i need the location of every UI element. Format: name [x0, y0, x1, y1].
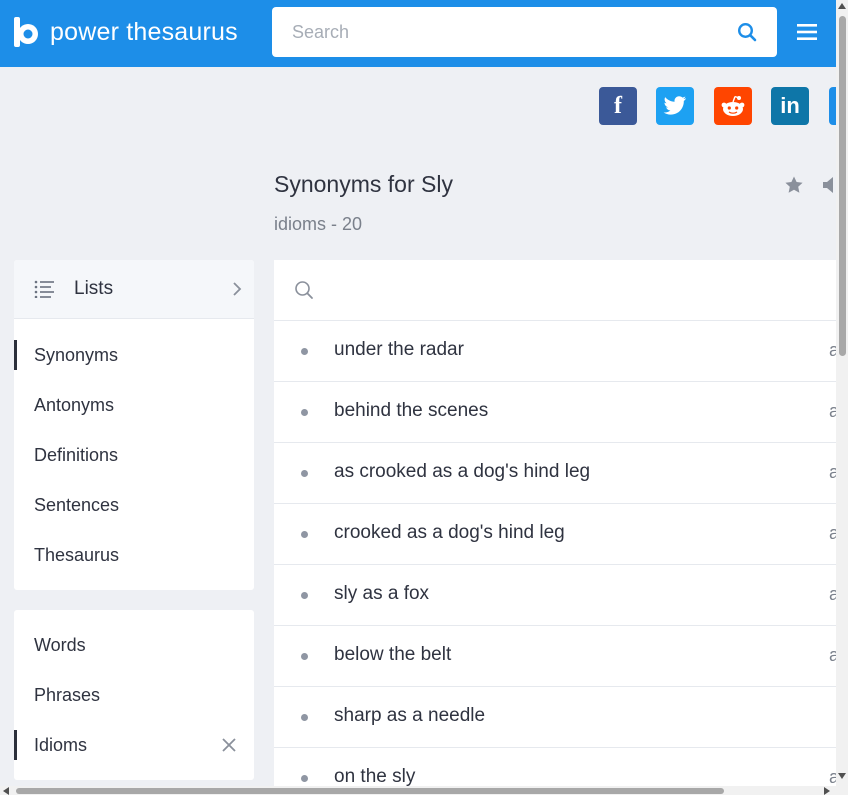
logo-mark-icon	[14, 17, 38, 47]
list-item[interactable]: sharp as a needle	[274, 687, 836, 748]
sidebar-item-thesaurus[interactable]: Thesaurus	[14, 540, 254, 570]
results-filter[interactable]	[274, 260, 836, 321]
type-filter-label: Phrases	[34, 685, 101, 705]
sidebar-item-label: Thesaurus	[34, 545, 120, 565]
lists-card: Lists Synonyms Antonyms Definitions Sent…	[14, 260, 254, 590]
sidebar-item-label: Definitions	[34, 445, 119, 465]
horizontal-scroll-thumb[interactable]	[16, 788, 724, 794]
result-count: idioms - 20	[274, 214, 363, 234]
bullet-icon	[301, 775, 308, 782]
result-term[interactable]: crooked as a dog's hind leg	[334, 522, 565, 544]
reddit-alien-glyph	[721, 95, 745, 116]
type-filter-label: Words	[34, 635, 86, 655]
search-box	[272, 7, 777, 57]
result-tag: a	[829, 645, 836, 665]
type-filter-card: Words Phrases Idioms	[14, 610, 254, 780]
result-tag: a	[829, 462, 836, 482]
sidebar-item-synonyms[interactable]: Synonyms	[14, 340, 254, 370]
scroll-right-icon[interactable]	[824, 787, 830, 795]
facebook-icon[interactable]: f	[599, 87, 637, 125]
result-term[interactable]: on the sly	[334, 766, 415, 788]
result-term[interactable]: sharp as a needle	[334, 705, 485, 727]
horizontal-scrollbar[interactable]	[0, 786, 836, 795]
search-input[interactable]	[292, 7, 712, 57]
star-icon[interactable]	[784, 175, 804, 195]
vertical-scroll-thumb[interactable]	[839, 16, 846, 356]
list-item[interactable]: behind the scenes a	[274, 382, 836, 443]
search-icon	[295, 281, 313, 299]
list-item[interactable]: below the belt a	[274, 626, 836, 687]
sidebar-item-label: Antonyms	[34, 395, 115, 415]
bullet-icon	[301, 653, 308, 660]
sidebar-item-antonyms[interactable]: Antonyms	[14, 390, 254, 420]
list-icon	[34, 280, 54, 298]
list-item[interactable]: crooked as a dog's hind leg a	[274, 504, 836, 565]
page-title: Synonyms for Sly	[274, 171, 453, 197]
results-list: under the radar a behind the scenes a as c…	[274, 260, 836, 795]
list-item[interactable]: under the radar a	[274, 321, 836, 382]
lists-label: Lists	[74, 278, 114, 299]
close-icon[interactable]	[221, 737, 237, 753]
bullet-icon	[301, 592, 308, 599]
result-term[interactable]: below the belt	[334, 644, 451, 666]
list-item[interactable]: sly as a fox a	[274, 565, 836, 626]
vertical-scrollbar[interactable]	[836, 0, 848, 795]
type-filter-words[interactable]: Words	[14, 630, 254, 660]
result-term[interactable]: under the radar	[334, 339, 464, 361]
result-tag: a	[829, 401, 836, 421]
bullet-icon	[301, 531, 308, 538]
list-item[interactable]: as crooked as a dog's hind leg a	[274, 443, 836, 504]
scroll-left-icon[interactable]	[3, 787, 9, 795]
facebook-glyph: f	[614, 92, 622, 119]
linkedin-glyph: in	[780, 93, 800, 118]
result-term[interactable]: behind the scenes	[334, 400, 488, 422]
result-term[interactable]: as crooked as a dog's hind leg	[334, 461, 590, 483]
twitter-bird-glyph	[663, 96, 686, 115]
type-filter-idioms[interactable]: Idioms	[14, 730, 254, 760]
result-tag: a	[829, 584, 836, 604]
sidebar-item-label: Sentences	[34, 495, 120, 515]
bullet-icon	[301, 409, 308, 416]
bullet-icon	[301, 470, 308, 477]
bullet-icon	[301, 714, 308, 721]
linkedin-icon[interactable]: in	[771, 87, 809, 125]
search-icon[interactable]	[737, 22, 757, 42]
type-filter-label: Idioms	[34, 735, 88, 755]
sidebar-item-definitions[interactable]: Definitions	[14, 440, 254, 470]
bullet-icon	[301, 348, 308, 355]
twitter-icon[interactable]	[656, 87, 694, 125]
top-bar: power thesaurus	[0, 0, 836, 67]
lists-toggle[interactable]: Lists	[14, 260, 254, 319]
scroll-down-icon[interactable]	[838, 773, 846, 779]
scroll-up-icon[interactable]	[838, 3, 846, 9]
brand-logo[interactable]: power thesaurus	[14, 16, 238, 48]
result-term[interactable]: sly as a fox	[334, 583, 429, 605]
result-tag: a	[829, 523, 836, 543]
hamburger-menu-icon[interactable]	[797, 22, 817, 42]
type-filter-phrases[interactable]: Phrases	[14, 680, 254, 710]
result-tag: a	[829, 767, 836, 787]
sidebar-item-sentences[interactable]: Sentences	[14, 490, 254, 520]
brand-name: power thesaurus	[50, 17, 238, 46]
reddit-icon[interactable]	[714, 87, 752, 125]
chevron-right-icon	[233, 282, 242, 296]
result-tag: a	[829, 340, 836, 360]
sidebar-item-label: Synonyms	[34, 345, 119, 365]
